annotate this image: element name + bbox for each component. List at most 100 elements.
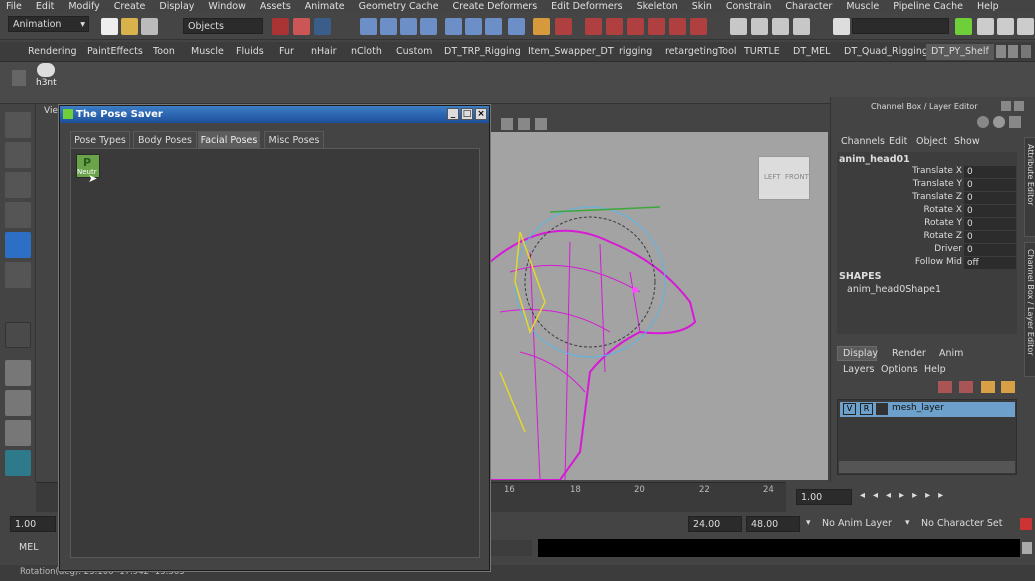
- shelf-tab-dt-trp-rigging[interactable]: DT_TRP_Rigging: [444, 44, 521, 60]
- layer-move-down-icon[interactable]: [1001, 381, 1015, 393]
- menu-help[interactable]: Help: [977, 1, 999, 12]
- menuset-dropdown[interactable]: Animation ▾: [8, 16, 89, 32]
- float-panel-icon[interactable]: [1001, 101, 1011, 111]
- input-icon[interactable]: [606, 18, 623, 35]
- show-channel-box-icon[interactable]: [1017, 18, 1034, 35]
- save-scene-icon[interactable]: [141, 18, 158, 35]
- menu-create[interactable]: Create: [114, 1, 146, 12]
- layer-reference-toggle[interactable]: R: [860, 403, 873, 415]
- snap-grid-icon[interactable]: [360, 18, 377, 35]
- menu-skeleton[interactable]: Skeleton: [637, 1, 678, 12]
- select-hierarchy-icon[interactable]: [272, 18, 289, 35]
- lock-selection-icon[interactable]: [533, 18, 550, 35]
- cb-menu-edit[interactable]: Edit: [889, 136, 907, 147]
- view-cube[interactable]: LEFT FRONT: [758, 156, 810, 200]
- quick-select-input[interactable]: [852, 18, 949, 34]
- scale-tool-icon[interactable]: [5, 262, 31, 288]
- range-start-field[interactable]: 1.00: [10, 516, 56, 532]
- current-frame-field[interactable]: 1.00: [796, 489, 852, 505]
- cb-attribute-row[interactable]: Driver 0: [838, 244, 1016, 257]
- select-tool-icon[interactable]: [5, 112, 31, 138]
- cb-menu-channels[interactable]: Channels: [841, 136, 885, 147]
- layer-menu-help[interactable]: Help: [924, 364, 946, 375]
- move-tool-icon[interactable]: [5, 202, 31, 228]
- layout-outliner-icon[interactable]: [5, 420, 31, 446]
- wireframe-shading-icon[interactable]: [501, 118, 513, 130]
- maya-logo-icon[interactable]: [5, 450, 31, 476]
- menu-animate[interactable]: Animate: [305, 1, 345, 12]
- shelf-tab-painteffects[interactable]: PaintEffects: [87, 44, 143, 60]
- output-icon[interactable]: [627, 18, 644, 35]
- shelf-tab-muscle[interactable]: Muscle: [191, 44, 224, 60]
- playback-controls[interactable]: ◂◂◂▸▸▸▸: [860, 490, 1030, 504]
- menu-edit-deformers[interactable]: Edit Deformers: [551, 1, 622, 12]
- layer-visibility-toggle[interactable]: V: [843, 403, 856, 415]
- help-query-icon[interactable]: [508, 18, 525, 35]
- cb-attribute-value[interactable]: 0: [964, 166, 1016, 178]
- snap-curve-icon[interactable]: [380, 18, 397, 35]
- cb-attribute-row[interactable]: Rotate X0: [838, 205, 1016, 218]
- cb-menu-show[interactable]: Show: [954, 136, 980, 147]
- quick-rename-icon[interactable]: [955, 18, 972, 35]
- script-editor-icon[interactable]: [1022, 542, 1032, 554]
- xray-joint-icon[interactable]: [535, 118, 547, 130]
- new-layer-selected-icon[interactable]: [959, 381, 973, 393]
- tab-pose-types[interactable]: Pose Types: [70, 131, 130, 148]
- layer-menu-layers[interactable]: Layers: [843, 364, 874, 375]
- layer-scrollbar[interactable]: [839, 461, 1015, 473]
- menu-assets[interactable]: Assets: [260, 1, 291, 12]
- menu-display[interactable]: Display: [159, 1, 194, 12]
- mask-deformer-icon[interactable]: [465, 18, 482, 35]
- render-settings-icon[interactable]: [730, 18, 747, 35]
- shelf-tab-dt-quad-rigging[interactable]: DT_Quad_Rigging: [844, 44, 928, 60]
- show-attribute-editor-icon[interactable]: [977, 18, 994, 35]
- ipr-render-icon[interactable]: [690, 18, 707, 35]
- pose-saver-titlebar[interactable]: The Pose Saver _ □ ×: [60, 106, 489, 123]
- cb-attribute-row[interactable]: Rotate Y0: [838, 218, 1016, 231]
- selection-mode-dropdown[interactable]: Objects: [183, 18, 263, 34]
- shelf-tab-fur[interactable]: Fur: [279, 44, 294, 60]
- command-language-label[interactable]: MEL: [19, 542, 39, 553]
- menu-create-deformers[interactable]: Create Deformers: [453, 1, 538, 12]
- maximize-button[interactable]: □: [461, 108, 473, 120]
- menu-pipeline-cache[interactable]: Pipeline Cache: [893, 1, 963, 12]
- shelf-tab-retargeting[interactable]: retargetingTool: [665, 44, 737, 60]
- channel-box-side-tab[interactable]: Channel Box / Layer Editor: [1024, 242, 1035, 377]
- last-tool-icon[interactable]: [5, 322, 31, 348]
- layer-row-mesh[interactable]: V R mesh_layer: [840, 402, 1015, 417]
- manipulator-icon[interactable]: [977, 116, 989, 128]
- range-total-field[interactable]: 48.00: [746, 516, 800, 532]
- rotate-tool-icon[interactable]: [5, 232, 31, 258]
- menu-character[interactable]: Character: [785, 1, 832, 12]
- layer-tab-anim[interactable]: Anim: [939, 348, 963, 359]
- menu-file[interactable]: File: [6, 1, 22, 12]
- cb-attribute-value[interactable]: off: [964, 257, 1016, 269]
- menu-window[interactable]: Window: [208, 1, 245, 12]
- mask-polygon-icon[interactable]: [445, 18, 462, 35]
- new-layer-icon[interactable]: [938, 381, 952, 393]
- shelf-tab-rigging[interactable]: rigging: [619, 44, 652, 60]
- tab-body-poses[interactable]: Body Poses: [133, 131, 197, 148]
- menu-geometry-cache[interactable]: Geometry Cache: [359, 1, 439, 12]
- menu-edit[interactable]: Edit: [36, 1, 54, 12]
- close-panel-icon[interactable]: [1014, 101, 1024, 111]
- new-scene-icon[interactable]: [101, 18, 118, 35]
- open-scene-icon[interactable]: [121, 18, 138, 35]
- input-search-icon[interactable]: [833, 18, 850, 35]
- anim-layer-dropdown[interactable]: No Anim Layer: [822, 518, 892, 529]
- select-object-icon[interactable]: [293, 18, 310, 35]
- shelf-menu-icon[interactable]: [1021, 45, 1031, 58]
- render-current-icon[interactable]: [669, 18, 686, 35]
- menu-muscle[interactable]: Muscle: [846, 1, 879, 12]
- shelf-tab-custom[interactable]: Custom: [396, 44, 432, 60]
- shelf-options-icon[interactable]: [12, 70, 26, 86]
- menu-modify[interactable]: Modify: [68, 1, 99, 12]
- lasso-tool-icon[interactable]: [5, 142, 31, 168]
- shelf-tab-nhair[interactable]: nHair: [311, 44, 337, 60]
- layer-tab-render[interactable]: Render: [892, 348, 926, 359]
- paint-select-tool-icon[interactable]: [5, 172, 31, 198]
- render-view-icon[interactable]: [772, 18, 789, 35]
- range-end-field[interactable]: 24.00: [688, 516, 742, 532]
- construction-history-icon[interactable]: [648, 18, 665, 35]
- shelf-tab-turtle[interactable]: TURTLE: [744, 44, 780, 60]
